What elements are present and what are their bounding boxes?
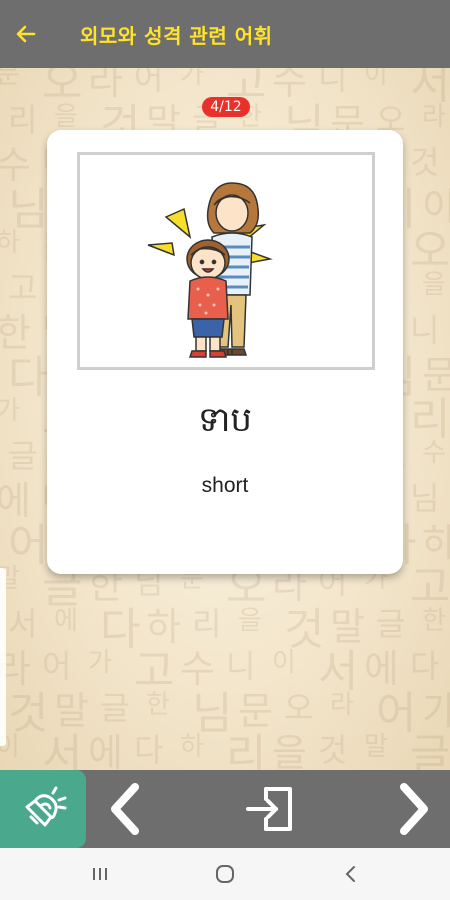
system-back-button[interactable] <box>321 848 381 900</box>
background-glyph: 서 <box>42 730 83 771</box>
background-glyph: 라 <box>88 68 123 103</box>
background-glyph: 고 <box>8 269 38 307</box>
background-glyph: 것 <box>318 731 348 769</box>
background-glyph: 에 <box>54 606 78 636</box>
background-glyph: 을 <box>422 270 446 300</box>
background-glyph: 이 <box>272 648 296 678</box>
background-glyph: 수 <box>180 647 215 691</box>
chevron-left-icon <box>345 866 355 882</box>
background-glyph: 라 <box>422 102 446 132</box>
side-handle[interactable] <box>0 568 6 746</box>
background-glyph: 서 <box>8 605 38 643</box>
background-glyph: 한 <box>146 690 170 720</box>
khmer-word: ទាប <box>198 400 252 440</box>
background-glyph: 글 <box>100 689 130 727</box>
background-glyph: 니 <box>226 647 256 685</box>
background-glyph: 서 <box>410 68 450 109</box>
background-glyph: 서 <box>318 646 359 697</box>
background-glyph: 글 <box>376 605 406 643</box>
back-button[interactable] <box>0 0 52 68</box>
background-glyph: 하 <box>180 732 204 762</box>
background-glyph: 글 <box>8 437 38 475</box>
background-glyph: 수 <box>272 68 307 103</box>
background-glyph: 가 <box>422 689 450 733</box>
bottom-toolbar <box>0 770 450 848</box>
background-glyph: 글 <box>410 730 450 771</box>
background-glyph: 리 <box>410 394 450 445</box>
background-glyph: 것 <box>410 143 440 181</box>
english-meaning: short <box>201 474 249 497</box>
background-glyph: 고 <box>134 646 175 697</box>
background-glyph: 수 <box>0 143 31 187</box>
recent-apps-button[interactable] <box>70 848 130 900</box>
page-title: 외모와 성격 관련 어휘 <box>80 23 273 48</box>
background-glyph: 리 <box>192 605 222 643</box>
background-glyph: 을 <box>54 102 78 132</box>
background-glyph: 가 <box>88 648 112 678</box>
background-glyph: 한 <box>422 606 446 636</box>
background-glyph: 다 <box>410 647 440 685</box>
background-glyph: 니 <box>410 311 440 349</box>
background-glyph: 을 <box>238 606 262 636</box>
app-header: 외모와 성격 관련 어휘 <box>0 0 450 68</box>
background-glyph: 오 <box>42 68 83 109</box>
background-glyph: 문 <box>0 68 20 90</box>
background-glyph: 문 <box>422 353 450 397</box>
background-glyph: 말 <box>364 732 388 762</box>
home-icon <box>216 865 234 883</box>
home-button[interactable] <box>195 848 255 900</box>
exit-icon <box>246 787 292 831</box>
background-glyph: 말 <box>54 689 89 733</box>
background-glyph: 다 <box>134 731 164 769</box>
background-glyph: 님 <box>410 479 440 517</box>
background-glyph: 하 <box>0 228 20 258</box>
background-glyph: 에 <box>88 731 123 770</box>
speaker-icon <box>25 786 67 827</box>
card-illustration <box>77 152 375 370</box>
background-glyph: 에 <box>0 479 31 523</box>
background-glyph: 가 <box>180 68 204 90</box>
background-glyph: 리 <box>8 101 38 139</box>
next-button[interactable] <box>384 770 444 848</box>
chevron-right-icon <box>400 783 428 835</box>
previous-button[interactable] <box>95 770 155 848</box>
background-glyph: 이 <box>422 185 450 229</box>
background-glyph: 에 <box>364 647 399 691</box>
arrow-left-icon <box>16 25 36 43</box>
background-glyph: 한 <box>0 311 31 355</box>
mother-and-child-illustration <box>147 182 273 358</box>
background-glyph: 을 <box>272 731 307 770</box>
background-glyph: 가 <box>0 396 20 426</box>
speak-button[interactable] <box>0 770 86 848</box>
background-glyph: 라 <box>330 690 354 720</box>
background-glyph: 이 <box>364 68 388 90</box>
background-glyph: 말 <box>330 605 365 649</box>
flash-card[interactable]: ទាប short <box>47 130 403 574</box>
background-glyph: 문 <box>238 689 273 733</box>
exit-button[interactable] <box>235 770 305 848</box>
card-counter-badge: 4/12 <box>202 97 250 117</box>
background-glyph: 어 <box>42 647 72 685</box>
chevron-left-icon <box>111 783 139 835</box>
background-glyph: 오 <box>284 689 314 727</box>
background-glyph: 오 <box>410 226 450 277</box>
background-glyph: 고 <box>410 562 450 613</box>
background-glyph: 하 <box>422 521 450 565</box>
background-glyph: 리 <box>226 730 267 771</box>
background-glyph: 니 <box>318 68 348 97</box>
background-glyph: 어 <box>134 68 164 97</box>
recent-apps-icon <box>93 868 107 880</box>
background-glyph: 하 <box>146 605 181 649</box>
system-navigation-bar <box>0 848 450 900</box>
background-glyph: 수 <box>422 438 446 468</box>
